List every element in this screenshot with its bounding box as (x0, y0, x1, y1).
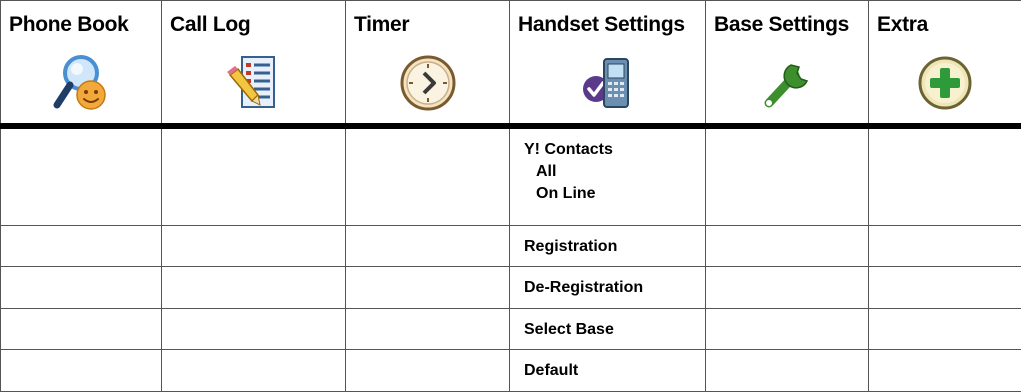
empty-cell (868, 307, 1021, 351)
table-row: Registration (0, 224, 1021, 268)
column-call-log: Call Log (161, 0, 346, 129)
registration-cell: Registration (509, 224, 706, 268)
column-timer: Timer (345, 0, 510, 129)
handset-settings-icon (578, 51, 638, 113)
empty-cell (161, 307, 346, 351)
menu-structure-table: Phone Book Call Log Timer Handset Settin… (0, 0, 1021, 392)
empty-cell (161, 349, 346, 392)
empty-cell (705, 266, 869, 309)
phone-book-label: Phone Book (9, 13, 129, 36)
empty-cell (345, 349, 510, 392)
empty-cell (0, 224, 162, 268)
registration-item: Registration (524, 237, 618, 255)
phonebook-search-icon (51, 51, 111, 113)
deregistration-item: De-Registration (524, 279, 644, 297)
table-row: Y! Contacts All On Line (0, 125, 1021, 226)
empty-cell (161, 266, 346, 309)
default-cell: Default (509, 349, 706, 392)
empty-cell (161, 125, 346, 226)
empty-cell (868, 125, 1021, 226)
empty-cell (705, 307, 869, 351)
y-contacts-online-item: On Line (536, 184, 596, 202)
column-base-settings: Base Settings (705, 0, 869, 129)
plus-circle-icon (915, 51, 975, 113)
clock-timer-icon (398, 51, 458, 113)
base-settings-label: Base Settings (714, 13, 849, 36)
empty-cell (0, 266, 162, 309)
table-row: Default (0, 349, 1021, 392)
column-phone-book: Phone Book (0, 0, 162, 129)
empty-cell (705, 224, 869, 268)
extra-label: Extra (877, 13, 929, 36)
default-item: Default (524, 362, 579, 380)
handset-settings-label: Handset Settings (518, 13, 685, 36)
y-contacts-all-item: All (536, 162, 557, 180)
wrench-icon (757, 51, 817, 113)
empty-cell (705, 349, 869, 392)
empty-cell (345, 125, 510, 226)
empty-cell (0, 307, 162, 351)
empty-cell (0, 349, 162, 392)
empty-cell (345, 307, 510, 351)
empty-cell (868, 224, 1021, 268)
empty-cell (868, 266, 1021, 309)
empty-cell (345, 266, 510, 309)
empty-cell (0, 125, 162, 226)
deregistration-cell: De-Registration (509, 266, 706, 309)
empty-cell (705, 125, 869, 226)
column-handset-settings: Handset Settings (509, 0, 706, 129)
call-log-label: Call Log (170, 13, 251, 36)
column-extra: Extra (868, 0, 1021, 129)
table-row: Select Base (0, 307, 1021, 351)
table-row: De-Registration (0, 266, 1021, 309)
y-contacts-item: Y! Contacts (524, 140, 613, 158)
call-log-notepad-icon (224, 51, 284, 113)
timer-label: Timer (354, 13, 410, 36)
y-contacts-cell: Y! Contacts All On Line (509, 125, 706, 226)
header-row: Phone Book Call Log Timer Handset Settin… (0, 0, 1021, 129)
empty-cell (345, 224, 510, 268)
empty-cell (868, 349, 1021, 392)
empty-cell (161, 224, 346, 268)
select-base-cell: Select Base (509, 307, 706, 351)
select-base-item: Select Base (524, 320, 614, 338)
